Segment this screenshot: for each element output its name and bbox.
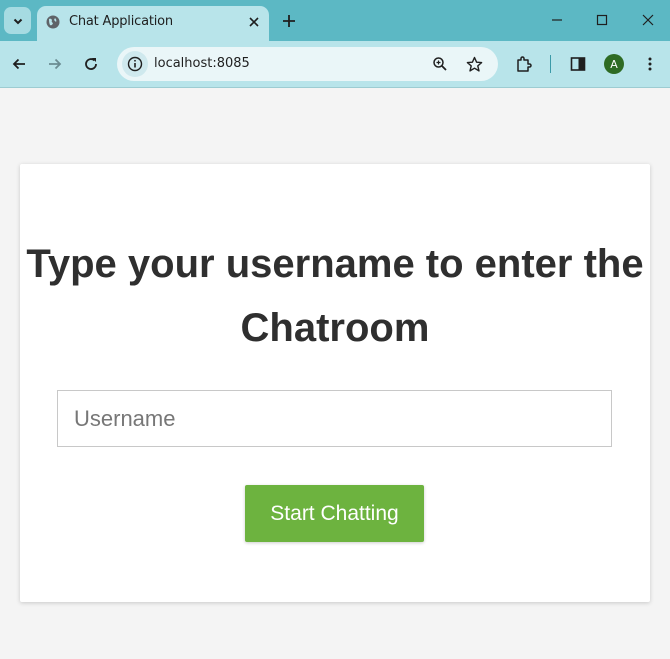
plus-icon[interactable] — [280, 12, 298, 30]
info-icon — [127, 56, 143, 72]
star-icon — [466, 56, 482, 72]
minimize-button[interactable] — [547, 10, 567, 30]
reload-button[interactable] — [81, 54, 101, 74]
start-chatting-button[interactable]: Start Chatting — [245, 485, 424, 542]
arrow-left-icon — [12, 58, 25, 70]
maximize-icon — [596, 14, 608, 26]
globe-icon — [46, 15, 60, 29]
toolbar-divider — [550, 55, 551, 73]
extensions-button[interactable] — [514, 54, 534, 74]
side-panel-button[interactable] — [568, 54, 588, 74]
zoom-button[interactable] — [430, 54, 450, 74]
minimize-icon — [552, 19, 562, 21]
tab-title: Chat Application — [69, 14, 173, 29]
forward-button[interactable] — [45, 54, 65, 74]
side-panel-icon — [570, 57, 586, 71]
username-input[interactable] — [57, 390, 612, 447]
address-bar[interactable]: localhost:8085 — [117, 47, 498, 81]
page-title: Type your username to enter the Chatroom — [26, 242, 644, 350]
back-button[interactable] — [9, 54, 29, 74]
kebab-menu-icon — [648, 57, 652, 71]
browser-toolbar: localhost:8085 A — [0, 41, 670, 88]
arrow-right-icon — [49, 58, 62, 70]
browser-menu-button[interactable] — [640, 54, 660, 74]
maximize-button[interactable] — [592, 10, 612, 30]
close-window-button[interactable] — [638, 10, 658, 30]
zoom-icon — [433, 57, 447, 71]
browser-titlebar: Chat Application — [0, 0, 670, 41]
profile-avatar[interactable]: A — [604, 54, 624, 74]
tab-active[interactable]: Chat Application — [37, 6, 269, 41]
close-icon — [642, 14, 654, 26]
tab-search-button[interactable] — [4, 7, 31, 34]
reload-icon — [85, 58, 97, 70]
close-icon[interactable] — [246, 14, 262, 30]
bookmark-button[interactable] — [464, 54, 484, 74]
site-info-button[interactable] — [122, 51, 148, 77]
chevron-down-icon — [13, 18, 22, 24]
puzzle-icon — [517, 56, 532, 72]
username-card: Type your username to enter the Chatroom… — [20, 164, 650, 602]
url-text[interactable]: localhost:8085 — [154, 56, 250, 71]
